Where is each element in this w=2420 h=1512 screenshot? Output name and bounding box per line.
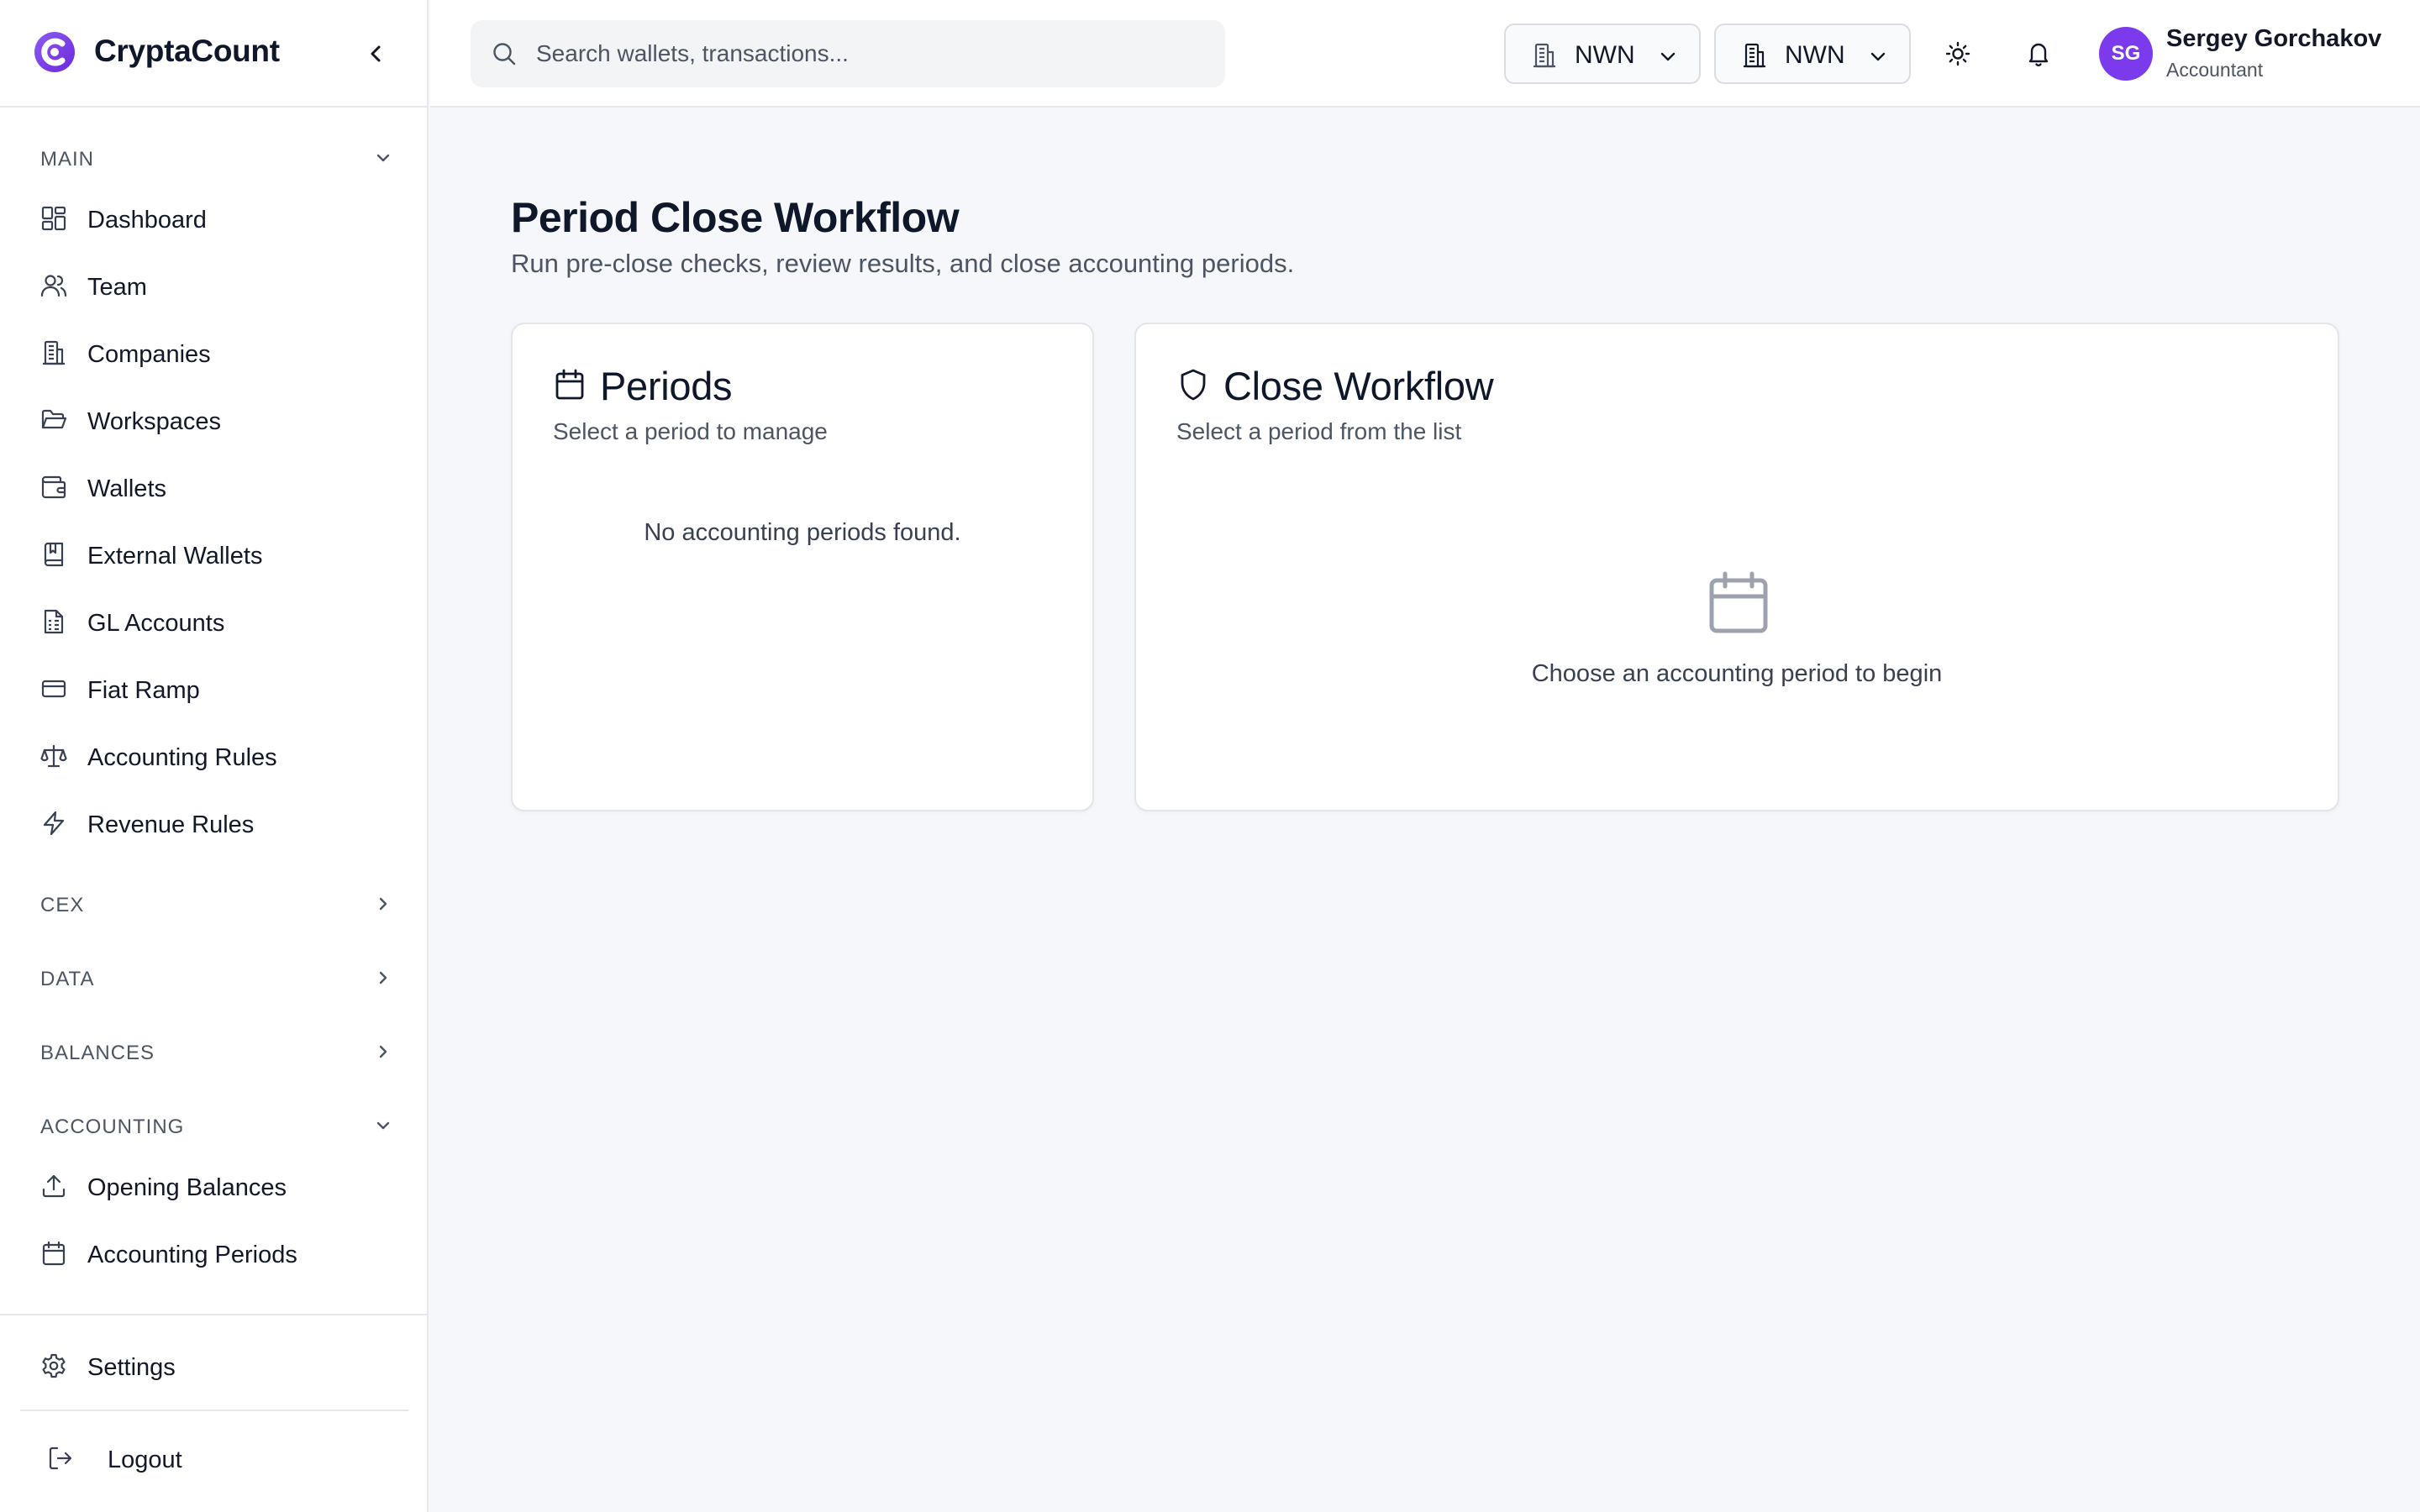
sidebar-divider xyxy=(0,1314,429,1315)
sidebar-item-label: Companies xyxy=(87,341,211,368)
sidebar-item-dashboard[interactable]: Dashboard xyxy=(40,195,402,242)
chevron-down-icon xyxy=(376,154,390,162)
logout-icon xyxy=(49,1446,72,1470)
company-select[interactable]: NWN xyxy=(1504,24,1701,84)
gear-icon xyxy=(42,1353,66,1378)
section-main-label: MAIN xyxy=(40,148,94,171)
chevron-right-icon xyxy=(379,971,387,984)
company-select-value: NWN xyxy=(1575,41,1635,69)
chevron-left-icon xyxy=(371,45,381,62)
sidebar-item-fiat-ramp[interactable]: Fiat Ramp xyxy=(40,665,402,712)
page-title: Period Close Workflow xyxy=(511,194,960,241)
theme-toggle-button[interactable] xyxy=(1938,34,1978,74)
search-input[interactable] xyxy=(536,35,1192,72)
search-icon xyxy=(493,43,516,66)
brand-logo-icon xyxy=(34,32,75,72)
upload-icon xyxy=(42,1174,66,1198)
page-subtitle: Run pre-close checks, review results, an… xyxy=(511,249,1295,278)
sidebar-item-companies[interactable]: Companies xyxy=(40,329,402,376)
user-role: Accountant xyxy=(2166,59,2264,81)
sidebar-item-label: Fiat Ramp xyxy=(87,677,200,704)
close-workflow-card-title: Close Workflow xyxy=(1223,364,1494,408)
sidebar-item-label: Opening Balances xyxy=(87,1174,287,1201)
calendar-icon xyxy=(1709,571,1768,633)
sidebar-item-team[interactable]: Team xyxy=(40,262,402,309)
section-balances-toggle[interactable]: BALANCES xyxy=(40,1035,393,1068)
sidebar-item-label: Accounting Rules xyxy=(87,744,277,771)
periods-card-subtitle: Select a period to manage xyxy=(553,418,828,444)
chevron-down-icon xyxy=(376,1121,390,1130)
search-bar[interactable] xyxy=(471,20,1225,87)
section-balances-label: BALANCES xyxy=(40,1042,155,1064)
section-accounting-label: ACCOUNTING xyxy=(40,1116,185,1138)
bell-icon xyxy=(2028,43,2049,66)
section-main-toggle[interactable]: MAIN xyxy=(40,141,393,175)
section-data-label: DATA xyxy=(40,968,95,990)
workspace-select[interactable]: NWN xyxy=(1714,24,1911,84)
calendar-icon xyxy=(42,1241,66,1266)
sidebar: CryptaCount MAIN Dashboard Team Companie… xyxy=(0,0,429,1512)
sidebar-item-external-wallets[interactable]: External Wallets xyxy=(40,531,402,578)
close-workflow-card: Close Workflow Select a period from the … xyxy=(1134,323,2339,811)
sidebar-item-label: Team xyxy=(87,274,147,301)
sidebar-item-label: External Wallets xyxy=(87,543,263,570)
sidebar-item-label: Accounting Periods xyxy=(87,1242,297,1268)
brand-header: CryptaCount xyxy=(0,0,429,108)
chevron-right-icon xyxy=(379,897,387,911)
building-icon xyxy=(1744,43,1765,68)
chevron-down-icon xyxy=(1870,52,1886,61)
section-cex-label: CEX xyxy=(40,894,85,916)
credit-card-icon xyxy=(41,680,66,698)
sidebar-item-accounting-rules[interactable]: Accounting Rules xyxy=(40,732,402,780)
close-workflow-empty-message: Choose an accounting period to begin xyxy=(1531,660,1943,687)
logout-divider xyxy=(20,1410,408,1411)
building-icon xyxy=(43,340,65,365)
wallet-icon xyxy=(41,475,66,499)
scale-icon xyxy=(40,744,67,768)
logout-button[interactable]: Logout xyxy=(40,1435,402,1482)
logout-label: Logout xyxy=(108,1446,182,1473)
sidebar-item-settings[interactable]: Settings xyxy=(40,1342,402,1389)
section-cex-toggle[interactable]: CEX xyxy=(40,887,393,921)
lightning-icon xyxy=(43,811,65,836)
avatar[interactable]: SG xyxy=(2099,27,2153,81)
building-icon xyxy=(1534,43,1555,68)
sidebar-item-label: Dashboard xyxy=(87,207,207,234)
sidebar-item-revenue-rules[interactable]: Revenue Rules xyxy=(40,800,402,847)
user-name: Sergey Gorchakov xyxy=(2166,25,2382,52)
sidebar-item-label: Settings xyxy=(87,1354,176,1381)
section-data-toggle[interactable]: DATA xyxy=(40,961,393,995)
workspace-select-value: NWN xyxy=(1785,41,1845,69)
close-workflow-card-subtitle: Select a period from the list xyxy=(1176,418,1462,444)
book-icon xyxy=(44,542,64,567)
chevron-down-icon xyxy=(1660,52,1676,61)
sidebar-item-label: Revenue Rules xyxy=(87,811,255,838)
collapse-sidebar-button[interactable] xyxy=(363,39,388,69)
brand-name: CryptaCount xyxy=(94,34,280,68)
sidebar-item-opening-balances[interactable]: Opening Balances xyxy=(40,1163,402,1210)
sidebar-item-workspaces[interactable]: Workspaces xyxy=(40,396,402,444)
periods-card: Periods Select a period to manage No acc… xyxy=(511,323,1094,811)
periods-card-title: Periods xyxy=(600,364,733,408)
notifications-button[interactable] xyxy=(2018,34,2059,74)
spreadsheet-icon xyxy=(44,609,64,634)
sidebar-item-label: Workspaces xyxy=(87,408,222,435)
sidebar-item-label: GL Accounts xyxy=(87,610,225,637)
sidebar-item-label: Wallets xyxy=(87,475,166,502)
folder-icon xyxy=(41,409,67,429)
calendar-icon xyxy=(555,369,584,400)
dashboard-icon xyxy=(41,206,66,231)
sidebar-item-wallets[interactable]: Wallets xyxy=(40,464,402,511)
sidebar-item-accounting-periods[interactable]: Accounting Periods xyxy=(40,1230,402,1277)
shield-icon xyxy=(1181,369,1206,401)
sun-icon xyxy=(1945,41,1970,66)
periods-empty-message: No accounting periods found. xyxy=(644,519,961,546)
topbar: NWN NWN SG Sergey Gorchakov Accountant xyxy=(430,0,2420,108)
users-icon xyxy=(40,275,67,297)
chevron-right-icon xyxy=(379,1045,387,1058)
sidebar-item-gl-accounts[interactable]: GL Accounts xyxy=(40,598,402,645)
section-accounting-toggle[interactable]: ACCOUNTING xyxy=(40,1109,393,1142)
